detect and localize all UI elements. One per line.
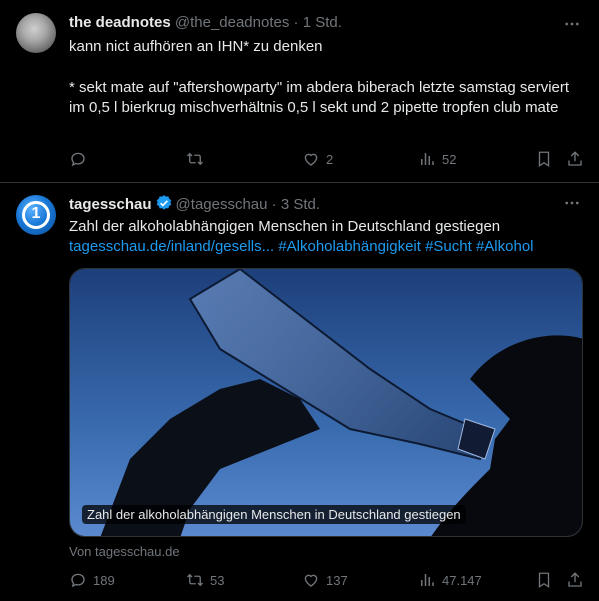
views-icon	[421, 574, 434, 586]
retweet-icon	[187, 573, 203, 587]
card-image	[70, 269, 582, 536]
bookmark-button[interactable]	[535, 570, 553, 590]
reply-button[interactable]: 189	[69, 570, 115, 590]
tweet-links: tagesschau.de/inland/gesells... #Alkohol…	[69, 237, 579, 257]
more-icon[interactable]	[563, 194, 581, 212]
retweet-count: 53	[210, 572, 225, 588]
card-source[interactable]: Von tagesschau.de	[69, 544, 180, 559]
bookmark-icon	[538, 572, 550, 589]
article-link[interactable]: tagesschau.de/inland/gesells...	[69, 238, 274, 255]
action-bar: 189 53 137 47.147	[69, 570, 585, 590]
hashtags[interactable]: #Alkoholabhängigkeit #Sucht #Alkohol	[278, 238, 533, 255]
retweet-button[interactable]: 53	[186, 570, 224, 590]
avatar[interactable]: 1	[16, 195, 56, 235]
share-icon	[568, 572, 582, 587]
like-count: 137	[326, 572, 348, 588]
tweet-2[interactable]: 1 tagesschau @tagesschau · 3 Std. Zahl de…	[0, 0, 599, 601]
verified-icon	[156, 195, 171, 210]
author-handle[interactable]: @tagesschau	[176, 196, 268, 213]
reply-count: 189	[93, 572, 115, 588]
views-button[interactable]: 47.147	[418, 570, 482, 590]
link-card[interactable]: Zahl der alkoholabhängigen Menschen in D…	[69, 268, 583, 537]
like-icon	[304, 574, 318, 587]
logo-number: 1	[31, 205, 41, 222]
timestamp[interactable]: · 3 Std.	[272, 196, 320, 213]
share-button[interactable]	[566, 570, 584, 590]
tweet-header: tagesschau @tagesschau · 3 Std.	[69, 194, 320, 213]
reply-icon	[71, 573, 85, 588]
tweet-text: Zahl der alkoholabhängigen Menschen in D…	[69, 218, 501, 235]
like-button[interactable]: 137	[302, 570, 348, 590]
author-name[interactable]: tagesschau	[69, 196, 152, 213]
card-caption: Zahl der alkoholabhängigen Menschen in D…	[82, 505, 466, 524]
views-count: 47.147	[442, 572, 482, 588]
